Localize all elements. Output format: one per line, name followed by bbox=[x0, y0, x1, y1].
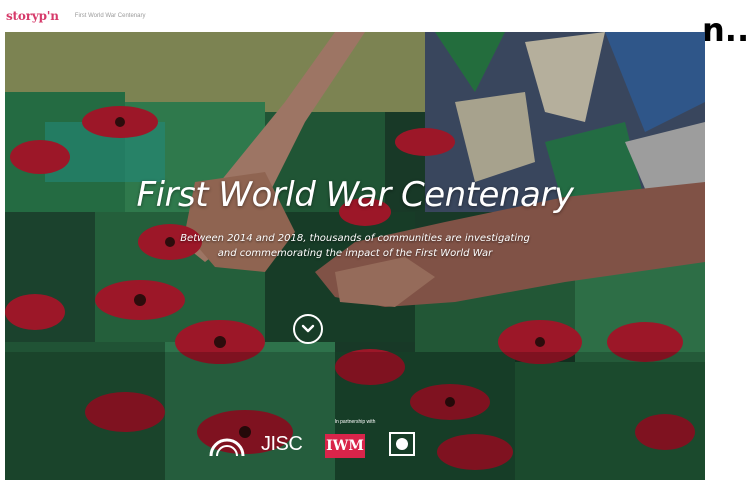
iwm-logo[interactable]: IWM bbox=[325, 434, 365, 458]
hero-subtitle: Between 2014 and 2018, thousands of comm… bbox=[180, 233, 530, 259]
overflow-title: n... bbox=[702, 11, 752, 49]
heritage-arch-logo[interactable] bbox=[207, 432, 247, 458]
scroll-down-button[interactable] bbox=[293, 314, 323, 344]
hero-title: First World War Centenary bbox=[136, 175, 574, 215]
breadcrumb[interactable]: First World War Centenary bbox=[75, 13, 146, 19]
partnership-label: In partnership with bbox=[334, 419, 376, 425]
top-bar: storyp'n First World War Centenary bbox=[0, 0, 705, 32]
jisc-logo[interactable]: JISC bbox=[261, 433, 303, 456]
partner-logos: JISC IWM bbox=[203, 430, 423, 460]
square-logo[interactable] bbox=[389, 432, 415, 456]
site-logo[interactable]: storyp'n bbox=[6, 9, 59, 23]
hero-section: First World War Centenary Between 2014 a… bbox=[5, 32, 705, 480]
chevron-down-icon bbox=[301, 324, 315, 333]
